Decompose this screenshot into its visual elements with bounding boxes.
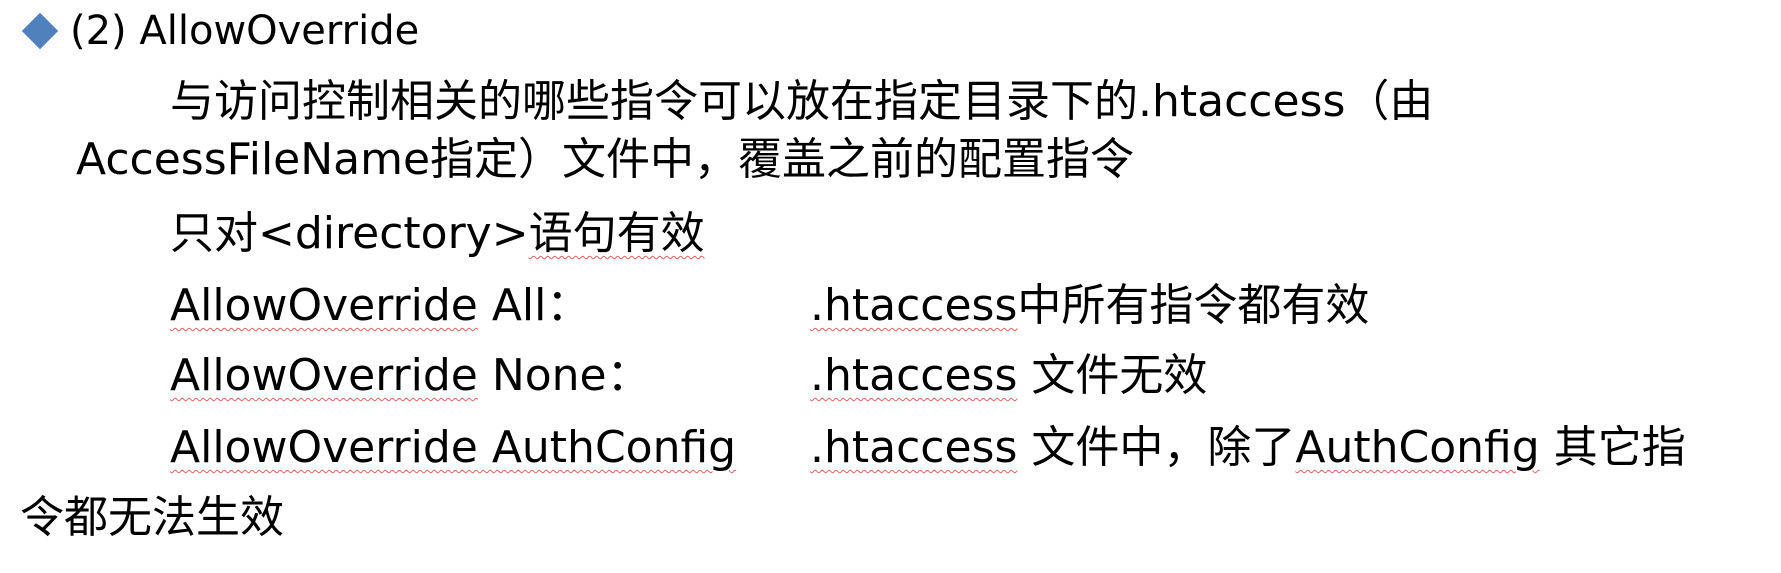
directive-value: AuthConfig: [477, 422, 737, 473]
option-description-c: 其它指: [1539, 422, 1686, 473]
option-description-b: AuthConfig: [1295, 422, 1540, 473]
htaccess-filename: .htaccess: [810, 280, 1018, 331]
description-line-2: AccessFileName指定）文件中，覆盖之前的配置指令: [76, 134, 1135, 185]
directive-keyword: AllowOverride: [170, 280, 478, 331]
directive-value: None：: [477, 350, 651, 401]
directive-value: All：: [477, 280, 591, 331]
directive-keyword: AllowOverride: [170, 422, 478, 473]
option-desc-all: .htaccess中所有指令都有效: [810, 278, 1369, 334]
scope-note-line: 只对<directory>语句有效: [170, 206, 705, 262]
option-desc-none: .htaccess 文件无效: [810, 348, 1207, 404]
scope-note-suffix: 语句有效: [528, 208, 705, 259]
option-row-authconfig: AllowOverride AuthConfig: [170, 420, 736, 476]
section-heading: (2) AllowOverride: [70, 8, 420, 54]
option-desc-authconfig: .htaccess 文件中，除了AuthConfig 其它指: [810, 420, 1686, 476]
scope-note-prefix: 只对<directory>: [170, 208, 529, 259]
directive-keyword: AllowOverride: [170, 350, 478, 401]
option-description: 中所有指令都有效: [1017, 280, 1370, 331]
diamond-bullet-icon: [21, 12, 59, 50]
option-row-all: AllowOverride All：: [170, 278, 590, 334]
option-row-none: AllowOverride None：: [170, 348, 651, 404]
option-description-a: 文件中，除了: [1017, 422, 1296, 473]
description-line-1: 与访问控制相关的哪些指令可以放在指定目录下的.htaccess（由: [170, 76, 1434, 127]
htaccess-filename: .htaccess: [810, 350, 1018, 401]
bullet-heading-row: (2) AllowOverride: [20, 6, 419, 56]
option-description: 文件无效: [1017, 350, 1208, 401]
continuation-line: 令都无法生效: [20, 492, 284, 543]
htaccess-filename: .htaccess: [810, 422, 1018, 473]
